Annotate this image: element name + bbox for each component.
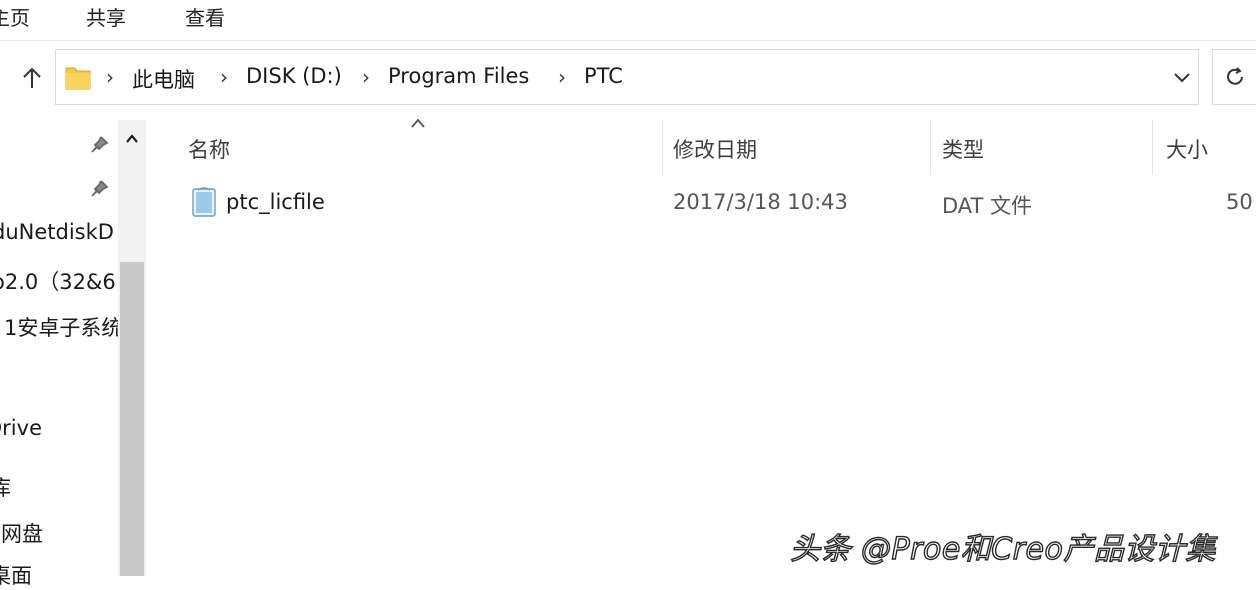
nav-item-library[interactable]: 库 xyxy=(0,472,116,502)
nav-item-desktop[interactable]: 桌面 xyxy=(0,560,116,590)
address-dropdown-button[interactable] xyxy=(1166,62,1198,94)
breadcrumb-separator: › xyxy=(220,65,228,89)
scroll-thumb[interactable] xyxy=(120,262,144,576)
ribbon-divider xyxy=(0,40,1256,41)
column-divider[interactable] xyxy=(662,120,663,174)
column-header-name[interactable]: 名称 xyxy=(188,134,230,164)
nav-item-netdisk[interactable]: duNetdiskD xyxy=(0,220,116,244)
ribbon: 主页 共享 查看 xyxy=(0,0,1256,38)
nav-item-cloud-disk[interactable]: s网盘 xyxy=(0,518,116,548)
column-header-modified[interactable]: 修改日期 xyxy=(673,134,757,164)
nav-item-drive[interactable]: Drive xyxy=(0,416,116,440)
column-header-size[interactable]: 大小 xyxy=(1166,134,1208,164)
address-bar[interactable]: › 此电脑 › DISK (D:) › Program Files › PTC xyxy=(55,49,1199,105)
refresh-icon xyxy=(1226,67,1243,85)
breadcrumb-disk-d[interactable]: DISK (D:) xyxy=(246,64,342,88)
tab-view[interactable]: 查看 xyxy=(185,2,225,31)
scroll-up-button[interactable] xyxy=(118,124,146,154)
pin-icon[interactable] xyxy=(88,178,110,200)
column-divider[interactable] xyxy=(930,120,931,174)
text-file-icon xyxy=(192,187,216,217)
file-name[interactable]: ptc_licfile xyxy=(226,190,325,214)
up-button[interactable] xyxy=(14,58,50,98)
breadcrumb-separator: › xyxy=(362,65,370,89)
navigation-pane: duNetdiskD o2.0（32&6 1安卓子系统 Drive 库 s网盘 … xyxy=(0,120,146,588)
scroll-up-icon xyxy=(126,134,138,143)
breadcrumb-program-files[interactable]: Program Files xyxy=(388,64,529,88)
nav-item-package[interactable]: o2.0（32&6 xyxy=(0,266,116,296)
chevron-down-icon xyxy=(1174,73,1190,83)
nav-scrollbar[interactable] xyxy=(118,120,146,576)
arrow-up-icon xyxy=(23,67,41,88)
pin-icon[interactable] xyxy=(88,134,110,156)
file-modified: 2017/3/18 10:43 xyxy=(673,190,848,214)
breadcrumb-separator: › xyxy=(558,65,566,89)
tab-share[interactable]: 共享 xyxy=(86,2,126,31)
nav-item-android-subsystem[interactable]: 1安卓子系统 xyxy=(4,312,120,342)
file-size: 50 xyxy=(1226,190,1253,214)
file-type: DAT 文件 xyxy=(942,194,1033,218)
breadcrumb-ptc[interactable]: PTC xyxy=(584,64,623,88)
column-header-type[interactable]: 类型 xyxy=(942,134,984,164)
file-row[interactable]: ptc_licfile 2017/3/18 10:43 DAT 文件 50 xyxy=(170,178,1256,228)
watermark-text: 头条 @Proe和Creo产品设计集 xyxy=(789,531,1216,567)
refresh-button[interactable] xyxy=(1212,49,1256,105)
sort-asc-icon xyxy=(411,118,425,128)
breadcrumb-separator: › xyxy=(106,65,114,89)
column-divider[interactable] xyxy=(1152,120,1153,174)
breadcrumb-this-pc[interactable]: 此电脑 xyxy=(132,64,195,94)
tab-home[interactable]: 主页 xyxy=(0,2,30,31)
folder-icon xyxy=(65,67,91,90)
